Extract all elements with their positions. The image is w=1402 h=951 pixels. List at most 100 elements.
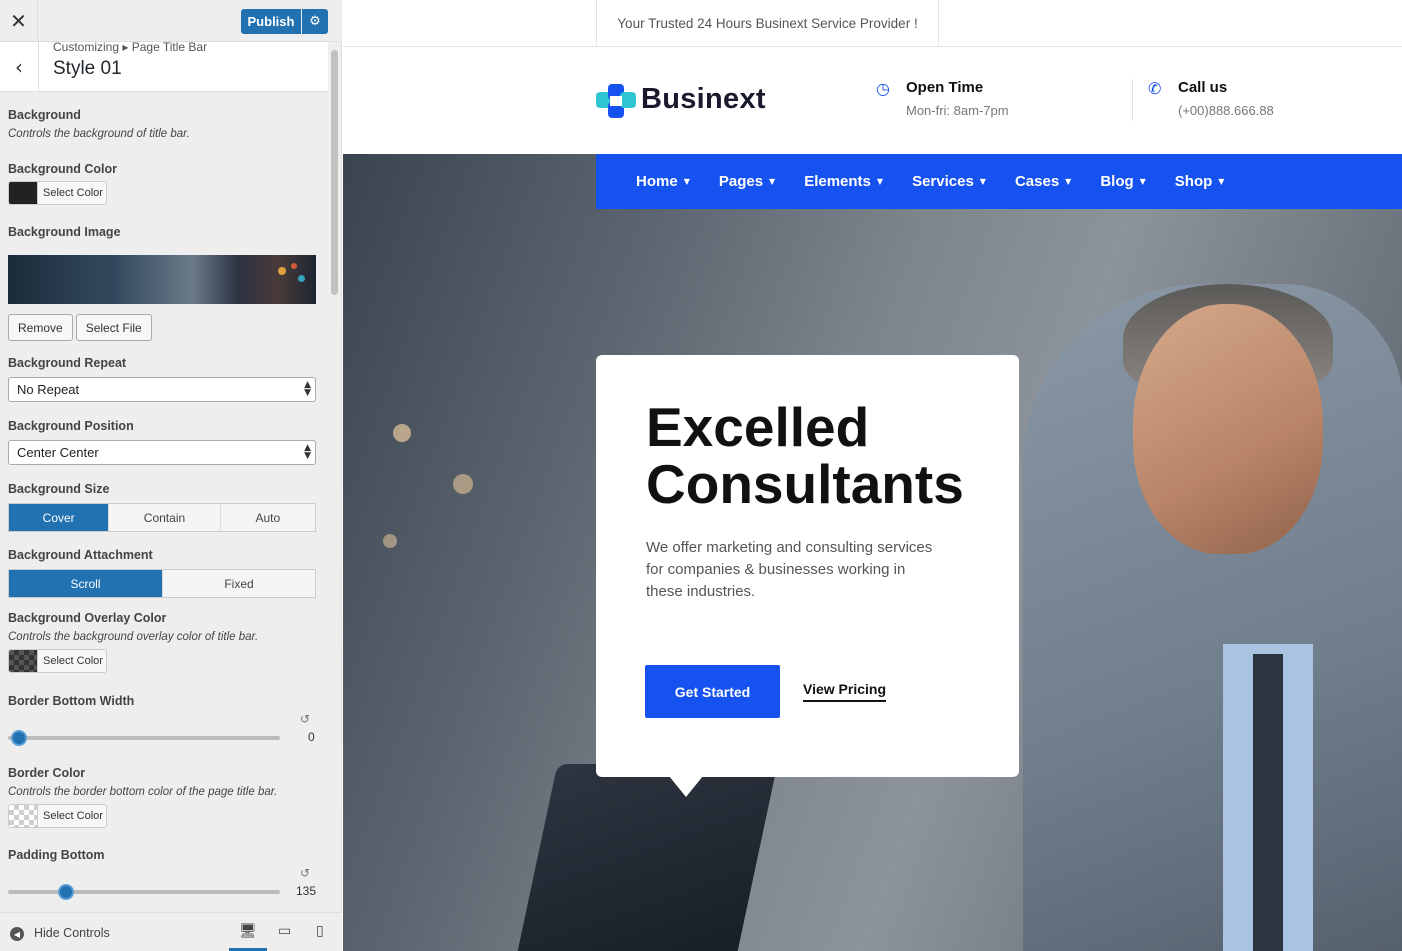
overlay-color-picker[interactable]: Select Color xyxy=(8,649,107,673)
attachment-fixed-button[interactable]: Fixed xyxy=(163,570,315,597)
bokeh-light xyxy=(291,263,297,269)
nav-home[interactable]: Home ▼ xyxy=(636,173,690,190)
nav-cases-label: Cases xyxy=(1014,173,1060,190)
overlay-color-desc: Controls the background overlay color of… xyxy=(8,631,259,643)
attachment-scroll-button[interactable]: Scroll xyxy=(9,570,163,597)
chevron-down-icon: ▼ xyxy=(876,177,884,186)
bokeh-light xyxy=(383,534,397,548)
nav-pages[interactable]: Pages ▼ xyxy=(719,173,775,190)
reset-icon[interactable]: ↺ xyxy=(300,866,310,880)
background-label: Background xyxy=(8,108,81,122)
nav-elements-label: Elements xyxy=(804,173,871,190)
hero-card-pointer xyxy=(669,776,703,797)
view-pricing-link[interactable]: View Pricing xyxy=(803,681,886,702)
padding-slider-track[interactable] xyxy=(8,890,280,894)
background-attachment-buttonset: Scroll Fixed xyxy=(8,569,316,598)
reset-icon[interactable]: ↺ xyxy=(300,712,310,726)
background-image-thumbnail[interactable] xyxy=(8,255,316,304)
bokeh-light xyxy=(453,474,473,494)
controls-list: Background Controls the background of ti… xyxy=(0,92,328,912)
controls-scrollbar[interactable] xyxy=(329,46,339,912)
select-file-button[interactable]: Select File xyxy=(75,314,152,341)
background-position-select[interactable]: Center Center ▲ ▼ xyxy=(8,440,316,465)
nav-elements[interactable]: Elements ▼ xyxy=(804,173,883,190)
nav-shop[interactable]: Shop ▼ xyxy=(1175,173,1225,190)
background-color-label: Background Color xyxy=(8,162,118,176)
padding-bottom-label: Padding Bottom xyxy=(8,848,105,862)
logo-mark-icon[interactable] xyxy=(596,84,636,118)
select-color-button[interactable]: Select Color xyxy=(37,650,106,672)
background-color-swatch xyxy=(9,182,37,204)
topbar-message: Your Trusted 24 Hours Businext Service P… xyxy=(596,0,939,47)
hero-card: Excelled Consultants We offer marketing … xyxy=(596,355,1019,777)
hero-title: Excelled Consultants xyxy=(646,399,1006,513)
nav-blog[interactable]: Blog ▼ xyxy=(1100,173,1145,190)
border-color-label: Border Color xyxy=(8,766,86,780)
breadcrumb: Customizing ▸ Page Title Bar xyxy=(53,40,208,54)
select-color-button[interactable]: Select Color xyxy=(37,182,106,204)
border-color-swatch xyxy=(9,805,37,827)
phone-icon: ✆ xyxy=(1148,79,1162,98)
border-color-control: Border Color Controls the border bottom … xyxy=(8,766,316,828)
background-image-label: Background Image xyxy=(8,225,121,239)
padding-bottom-control: Padding Bottom ↺ 135 xyxy=(8,848,316,908)
background-repeat-select[interactable]: No Repeat ▲ ▼ xyxy=(8,377,316,402)
open-time-hours: Mon-fri: 8am-7pm xyxy=(906,103,1009,118)
main-navigation: Home ▼ Pages ▼ Elements ▼ Services ▼ Cases ▼ … xyxy=(596,154,1402,209)
chevron-down-icon: ▼ xyxy=(979,177,986,186)
get-started-button[interactable]: Get Started xyxy=(645,665,780,718)
background-image-control: Background Image Remove Select File xyxy=(8,225,316,341)
man-face-image xyxy=(1133,304,1323,554)
chevron-down-icon: ▼ xyxy=(683,177,690,186)
border-color-picker[interactable]: Select Color xyxy=(8,804,107,828)
scrollbar-thumb[interactable] xyxy=(331,50,338,295)
background-desc: Controls the background of title bar. xyxy=(8,128,190,140)
chevron-down-icon: ▼ xyxy=(769,177,776,186)
background-size-label: Background Size xyxy=(8,482,110,496)
background-position-label: Background Position xyxy=(8,419,134,433)
bokeh-light xyxy=(278,267,286,275)
customizer-footer: ◀ Hide Controls 🖥 ▭ ▯ xyxy=(0,912,342,951)
site-preview: Your Trusted 24 Hours Businext Service P… xyxy=(343,0,1402,951)
open-time-title: Open Time xyxy=(906,79,984,96)
nav-shop-label: Shop xyxy=(1174,173,1213,190)
nav-cases[interactable]: Cases ▼ xyxy=(1015,173,1071,190)
select-arrows-icon: ▲ ▼ xyxy=(304,380,311,398)
collapse-arrow-icon[interactable]: ◀ xyxy=(10,927,24,941)
logo-text[interactable]: Businext xyxy=(641,83,766,116)
overlay-color-label: Background Overlay Color xyxy=(8,611,167,625)
desktop-preview-icon[interactable]: 🖥 xyxy=(239,923,257,939)
border-width-slider-track[interactable] xyxy=(8,736,280,740)
publish-button[interactable]: Publish xyxy=(241,9,301,34)
size-auto-button[interactable]: Auto xyxy=(221,504,315,531)
section-title-bar: ‹ Customizing ▸ Page Title Bar Style 01 xyxy=(0,40,328,92)
remove-image-button[interactable]: Remove xyxy=(8,314,73,341)
chevron-down-icon: ▼ xyxy=(1065,177,1072,186)
chevron-down-icon: ▼ xyxy=(1139,177,1146,186)
tablet-preview-icon[interactable]: ▭ xyxy=(278,923,291,939)
background-attachment-control: Background Attachment Scroll Fixed xyxy=(8,548,316,598)
padding-slider-handle[interactable] xyxy=(58,884,74,900)
mobile-preview-icon[interactable]: ▯ xyxy=(316,923,324,939)
background-repeat-value: No Repeat xyxy=(17,382,80,397)
close-icon[interactable]: ✕ xyxy=(0,0,38,42)
hero-title-line-1: Excelled xyxy=(646,396,870,458)
select-color-button[interactable]: Select Color xyxy=(37,805,106,827)
size-contain-button[interactable]: Contain xyxy=(109,504,221,531)
background-color-picker[interactable]: Select Color xyxy=(8,181,107,205)
call-us-number[interactable]: (+00)888.666.88 xyxy=(1178,103,1274,118)
bokeh-light xyxy=(298,275,305,282)
publish-settings-gear-icon[interactable]: ⚙ xyxy=(302,9,328,34)
background-attachment-label: Background Attachment xyxy=(8,548,153,562)
border-width-slider-handle[interactable] xyxy=(11,730,27,746)
back-arrow-icon[interactable]: ‹ xyxy=(0,42,39,92)
site-header: Businext ◷ Open Time Mon-fri: 8am-7pm ✆ … xyxy=(343,47,1402,154)
hide-controls-button[interactable]: Hide Controls xyxy=(34,926,110,940)
border-width-value: 0 xyxy=(308,730,315,744)
bokeh-light xyxy=(393,424,411,442)
nav-services-label: Services xyxy=(912,173,974,190)
nav-services[interactable]: Services ▼ xyxy=(912,173,986,190)
border-bottom-width-label: Border Bottom Width xyxy=(8,694,135,708)
size-cover-button[interactable]: Cover xyxy=(9,504,110,531)
clock-icon: ◷ xyxy=(876,79,890,98)
